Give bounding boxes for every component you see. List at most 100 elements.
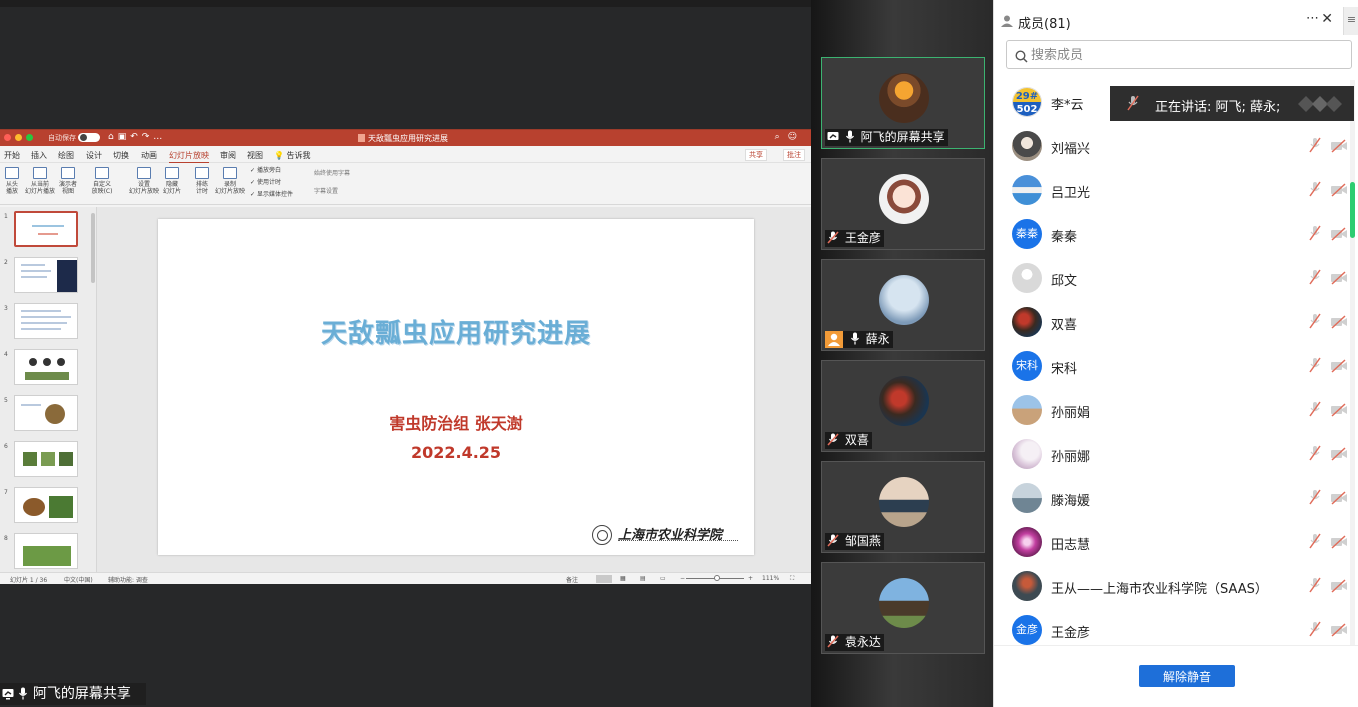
fit-window-icon[interactable]: ⛶	[790, 575, 794, 583]
ppt-title-right-icons[interactable]: ⌕☺	[775, 132, 805, 142]
ppt-share-button[interactable]: 共享	[745, 149, 767, 161]
accessibility-status[interactable]: 辅助功能: 调查	[108, 575, 148, 584]
subtitle-checkbox[interactable]: 始终使用字幕	[314, 170, 350, 177]
thumbnail-scrollbar[interactable]	[91, 213, 95, 283]
close-dot-icon[interactable]	[4, 134, 11, 141]
autosave-toggle[interactable]	[78, 133, 100, 142]
tab-design[interactable]: 设计	[86, 150, 102, 161]
ppt-comment-button[interactable]: 批注	[783, 149, 805, 161]
sorter-view-icon[interactable]: ▦	[620, 575, 626, 582]
camera-off-icon[interactable]	[1330, 446, 1348, 465]
microphone-muted-icon[interactable]	[1308, 533, 1322, 553]
current-slide[interactable]: 天敌瓢虫应用研究进展 害虫防治组 张天澍 2022.4.25 上海市农业科学院	[158, 219, 754, 555]
custom-show-button[interactable]: 自定义 放映(C)	[86, 165, 118, 195]
microphone-muted-icon[interactable]	[1308, 137, 1322, 157]
thumb-image	[41, 452, 55, 466]
video-tile[interactable]: 阿飞的屏幕共享	[821, 57, 985, 149]
slide-thumbnail[interactable]	[14, 533, 78, 569]
list-item[interactable]: 宋科 宋科	[994, 344, 1347, 388]
video-tile[interactable]: 薛永	[821, 259, 985, 351]
menu-icon[interactable]: ≡	[1343, 7, 1358, 35]
checkbox-media-controls[interactable]: 显示媒体控件	[250, 191, 293, 198]
camera-off-icon[interactable]	[1330, 358, 1348, 377]
slideshow-view-icon[interactable]: ▭	[660, 575, 666, 582]
language-indicator[interactable]: 中文(中国)	[64, 575, 93, 584]
camera-off-icon[interactable]	[1330, 270, 1348, 289]
camera-off-icon[interactable]	[1330, 226, 1348, 245]
camera-off-icon[interactable]	[1330, 534, 1348, 553]
zoom-level[interactable]: 111%	[762, 575, 779, 582]
list-item[interactable]: 田志慧	[994, 520, 1347, 564]
tab-home[interactable]: 开始	[4, 150, 20, 161]
camera-off-icon[interactable]	[1330, 138, 1348, 157]
list-item[interactable]: 孙丽娜	[994, 432, 1347, 476]
unmute-all-button[interactable]: 解除静音	[1139, 665, 1235, 687]
list-item[interactable]: 双喜	[994, 300, 1347, 344]
microphone-muted-icon[interactable]	[1308, 225, 1322, 245]
presenter-view-button[interactable]: 演示者 视图	[52, 165, 84, 195]
list-item[interactable]: 吕卫光	[994, 168, 1347, 212]
list-item[interactable]: 刘福兴	[994, 124, 1347, 168]
video-tile[interactable]: 袁永达	[821, 562, 985, 654]
zoom-dot-icon[interactable]	[26, 134, 33, 141]
slide-thumbnail[interactable]	[14, 487, 78, 523]
tab-transitions[interactable]: 切换	[113, 150, 129, 161]
video-tile[interactable]: 王金彦	[821, 158, 985, 250]
camera-off-icon[interactable]	[1330, 314, 1348, 333]
tab-animations[interactable]: 动画	[141, 150, 157, 161]
notes-button[interactable]: 备注	[566, 575, 578, 584]
microphone-muted-icon[interactable]	[1308, 181, 1322, 201]
microphone-muted-icon[interactable]	[1308, 621, 1322, 641]
list-item[interactable]: 王从——上海市农业科学院（SAAS）	[994, 564, 1347, 608]
zoom-slider-handle[interactable]	[714, 575, 720, 581]
reading-view-icon[interactable]: ▤	[640, 575, 646, 582]
list-item[interactable]: 滕海媛	[994, 476, 1347, 520]
video-tile[interactable]: 双喜	[821, 360, 985, 452]
microphone-muted-icon[interactable]	[1308, 269, 1322, 289]
zoom-out-icon[interactable]: −	[680, 575, 685, 582]
quick-access-icons[interactable]: ⌂▣↶↷…	[108, 132, 166, 142]
slide-thumbnail[interactable]	[14, 303, 78, 339]
tab-tell-me[interactable]: 💡 告诉我	[274, 150, 311, 161]
tab-view[interactable]: 视图	[247, 150, 263, 161]
camera-off-icon[interactable]	[1330, 402, 1348, 421]
record-button[interactable]: 录制 幻灯片放映	[214, 165, 246, 195]
slide-thumbnail[interactable]	[14, 441, 78, 477]
tab-insert[interactable]: 插入	[31, 150, 47, 161]
microphone-muted-icon[interactable]	[1308, 401, 1322, 421]
microphone-muted-icon[interactable]	[1308, 313, 1322, 333]
video-tile[interactable]: 邹国燕	[821, 461, 985, 553]
slide-thumbnail[interactable]	[14, 395, 78, 431]
camera-off-icon[interactable]	[1330, 490, 1348, 509]
microphone-muted-icon[interactable]	[1308, 577, 1322, 597]
minimize-dot-icon[interactable]	[15, 134, 22, 141]
microphone-muted-icon[interactable]	[1308, 445, 1322, 465]
search-input[interactable]	[1031, 45, 1331, 65]
checkbox-narration[interactable]: 播放旁白	[250, 167, 281, 174]
tab-draw[interactable]: 绘图	[58, 150, 74, 161]
normal-view-icon[interactable]	[596, 575, 612, 583]
checkbox-timings[interactable]: 使用计时	[250, 179, 281, 186]
slide-thumbnail[interactable]	[14, 257, 78, 293]
camera-off-icon[interactable]	[1330, 622, 1348, 641]
hide-slide-button[interactable]: 隐藏 幻灯片	[156, 165, 188, 195]
camera-off-icon[interactable]	[1330, 182, 1348, 201]
tab-review[interactable]: 审阅	[220, 150, 236, 161]
list-item[interactable]: 秦秦 秦秦	[994, 212, 1347, 256]
member-search[interactable]	[1006, 40, 1352, 69]
zoom-in-icon[interactable]: +	[748, 575, 753, 582]
list-item[interactable]: 邱文	[994, 256, 1347, 300]
list-item[interactable]: 孙丽娟	[994, 388, 1347, 432]
tab-slideshow[interactable]: 幻灯片放映	[169, 150, 209, 163]
camera-off-icon[interactable]	[1330, 578, 1348, 597]
members-scroll-track[interactable]	[1350, 80, 1355, 645]
slide-thumbnails[interactable]: 1 2 3 4 5 6 7 8	[0, 207, 97, 573]
members-scrollbar[interactable]	[1350, 182, 1355, 238]
microphone-muted-icon[interactable]	[1308, 489, 1322, 509]
slide-thumbnail[interactable]	[14, 349, 78, 385]
more-options-icon[interactable]: ⋯	[1306, 11, 1319, 26]
close-icon[interactable]: ✕	[1321, 11, 1333, 27]
slide-thumbnail[interactable]	[14, 211, 78, 247]
subtitle-settings-button[interactable]: 字幕设置	[314, 188, 338, 195]
microphone-muted-icon[interactable]	[1308, 357, 1322, 377]
